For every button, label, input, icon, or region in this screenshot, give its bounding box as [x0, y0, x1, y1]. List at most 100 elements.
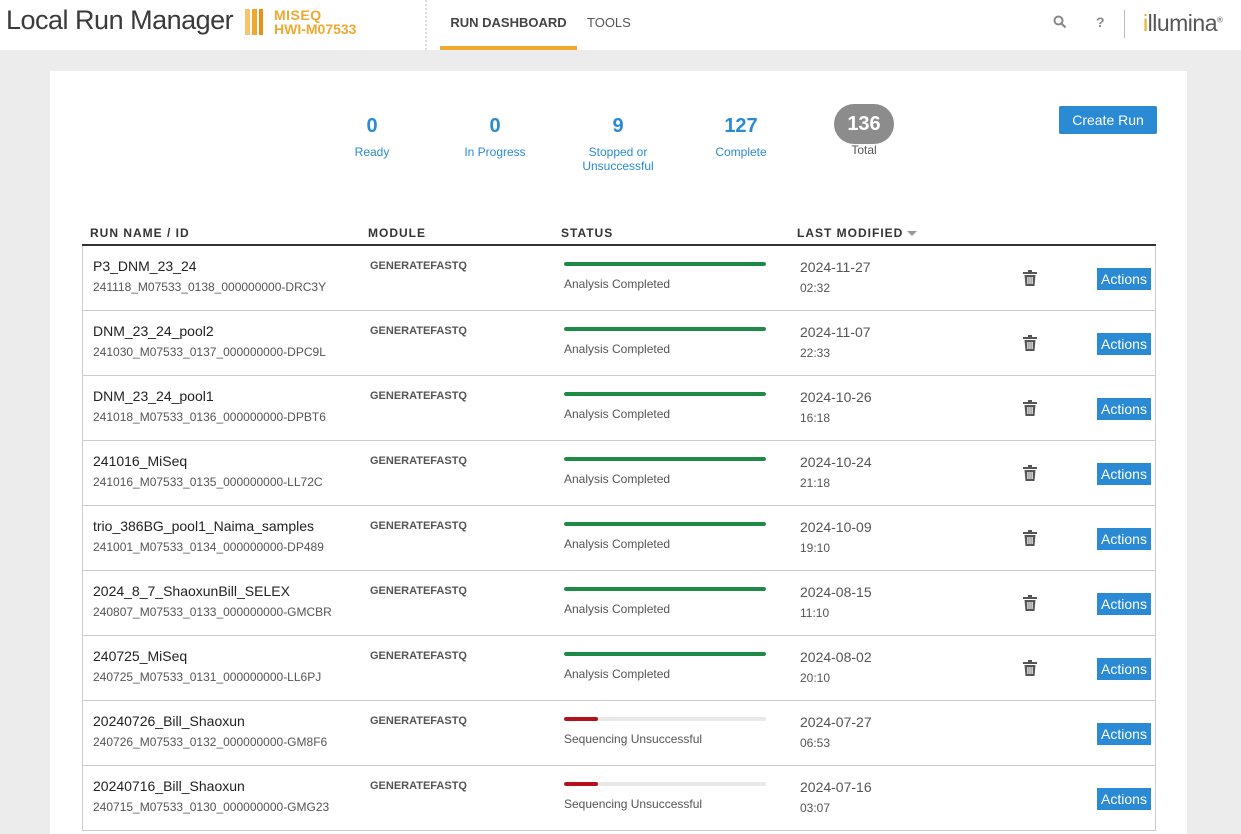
status-progress-fill: [564, 782, 599, 786]
brand-rest: llumina: [1147, 10, 1218, 36]
table-row[interactable]: 20240726_Bill_Shaoxun 240726_M07533_0132…: [83, 701, 1155, 766]
run-id: 240725_M07533_0131_000000000-LL6PJ: [93, 670, 322, 684]
stat-in-progress[interactable]: 0 In Progress: [435, 111, 555, 159]
table-row[interactable]: DNM_23_24_pool2 241030_M07533_0137_00000…: [83, 311, 1155, 376]
stat-stopped[interactable]: 9 Stopped or Unsuccessful: [558, 111, 678, 173]
help-icon[interactable]: ?: [1096, 14, 1105, 30]
table-row[interactable]: DNM_23_24_pool1 241018_M07533_0136_00000…: [83, 376, 1155, 441]
table-row[interactable]: 240725_MiSeq 240725_M07533_0131_00000000…: [83, 636, 1155, 701]
status-progress-bar: [564, 262, 766, 266]
sort-caret-icon: [907, 231, 918, 237]
run-status: Analysis Completed: [564, 407, 671, 421]
stat-complete[interactable]: 127 Complete: [681, 111, 801, 159]
status-progress-bar: [564, 392, 766, 396]
actions-button[interactable]: Actions: [1097, 268, 1151, 290]
stat-ready[interactable]: 0 Ready: [312, 111, 432, 159]
column-last-modified[interactable]: LAST MODIFIED: [797, 226, 918, 240]
status-progress-fill: [564, 327, 766, 331]
modified-date: 2024-07-27: [800, 714, 872, 730]
search-icon[interactable]: [1053, 15, 1067, 32]
run-status: Analysis Completed: [564, 277, 671, 291]
run-status: Analysis Completed: [564, 602, 671, 616]
trash-icon[interactable]: [1023, 270, 1037, 286]
instrument-id: HWI-M07533: [274, 21, 357, 37]
instrument-name: MISEQ HWI-M07533: [274, 8, 356, 36]
stat-stopped-label: Stopped or Unsuccessful: [558, 145, 678, 173]
actions-button[interactable]: Actions: [1097, 658, 1151, 680]
status-progress-fill: [564, 457, 766, 461]
trash-icon[interactable]: [1023, 530, 1037, 546]
table-header: RUN NAME / ID MODULE STATUS LAST MODIFIE…: [82, 226, 1156, 246]
run-name[interactable]: DNM_23_24_pool2: [93, 323, 214, 339]
stat-complete-label: Complete: [715, 145, 767, 159]
table-row[interactable]: trio_386BG_pool1_Naima_samples 241001_M0…: [83, 506, 1155, 571]
run-name[interactable]: DNM_23_24_pool1: [93, 388, 214, 404]
trash-icon[interactable]: [1023, 465, 1037, 481]
table-row[interactable]: 20240716_Bill_Shaoxun 240715_M07533_0130…: [83, 766, 1155, 831]
tab-tools[interactable]: TOOLS: [587, 0, 631, 50]
stat-complete-value: 127: [724, 115, 758, 137]
run-module: GENERATEFASTQ: [370, 325, 467, 337]
column-run-name[interactable]: RUN NAME / ID: [90, 226, 190, 240]
actions-button[interactable]: Actions: [1097, 398, 1151, 420]
stat-ready-label: Ready: [354, 145, 390, 159]
status-progress-fill: [564, 652, 766, 656]
run-name[interactable]: trio_386BG_pool1_Naima_samples: [93, 518, 314, 534]
run-name[interactable]: 20240716_Bill_Shaoxun: [93, 778, 245, 794]
modified-date: 2024-11-27: [800, 259, 871, 275]
column-module[interactable]: MODULE: [368, 226, 426, 240]
actions-button[interactable]: Actions: [1097, 528, 1151, 550]
run-module: GENERATEFASTQ: [370, 780, 467, 792]
runs-table: RUN NAME / ID MODULE STATUS LAST MODIFIE…: [82, 226, 1156, 831]
stat-total-label: Total: [851, 143, 877, 157]
modified-date: 2024-10-24: [800, 454, 872, 470]
run-id: 240807_M07533_0133_000000000-GMCBR: [93, 605, 332, 619]
status-progress-bar: [564, 782, 766, 786]
run-name[interactable]: 240725_MiSeq: [93, 648, 187, 664]
status-progress-bar: [564, 717, 766, 721]
run-name[interactable]: 2024_8_7_ShaoxunBill_SELEX: [93, 583, 290, 599]
stat-total[interactable]: 136 Total: [804, 104, 924, 157]
trash-icon[interactable]: [1023, 595, 1037, 611]
modified-time: 06:53: [800, 736, 831, 750]
column-status[interactable]: STATUS: [561, 226, 613, 240]
illumina-logo: illumina®: [1143, 10, 1223, 37]
table-body: P3_DNM_23_24 241118_M07533_0138_00000000…: [82, 246, 1156, 831]
run-status: Analysis Completed: [564, 472, 671, 486]
trash-icon[interactable]: [1023, 335, 1037, 351]
actions-button[interactable]: Actions: [1097, 593, 1151, 615]
status-progress-bar: [564, 327, 766, 331]
run-status: Sequencing Unsuccessful: [564, 797, 703, 811]
app-title: Local Run Manager: [6, 5, 234, 35]
trash-icon[interactable]: [1023, 660, 1037, 676]
modified-time: 21:18: [800, 476, 831, 490]
trash-icon[interactable]: [1023, 400, 1037, 416]
actions-button[interactable]: Actions: [1097, 463, 1151, 485]
column-last-modified-label: LAST MODIFIED: [797, 226, 904, 240]
run-module: GENERATEFASTQ: [370, 650, 467, 662]
run-module: GENERATEFASTQ: [370, 715, 467, 727]
stat-stopped-value: 9: [612, 115, 624, 137]
actions-button[interactable]: Actions: [1097, 723, 1151, 745]
run-id: 241001_M07533_0134_000000000-DP489: [93, 540, 324, 554]
create-run-button[interactable]: Create Run: [1059, 106, 1157, 134]
run-module: GENERATEFASTQ: [370, 390, 467, 402]
modified-time: 03:07: [800, 801, 831, 815]
run-module: GENERATEFASTQ: [370, 455, 467, 467]
actions-button[interactable]: Actions: [1097, 333, 1151, 355]
modified-date: 2024-10-09: [800, 519, 872, 535]
run-id: 241018_M07533_0136_000000000-DPBT6: [93, 410, 326, 424]
table-row[interactable]: 241016_MiSeq 241016_M07533_0135_00000000…: [83, 441, 1155, 506]
run-name[interactable]: P3_DNM_23_24: [93, 258, 197, 274]
run-module: GENERATEFASTQ: [370, 260, 467, 272]
run-name[interactable]: 20240726_Bill_Shaoxun: [93, 713, 245, 729]
run-id: 240726_M07533_0132_000000000-GM8F6: [93, 735, 328, 749]
modified-date: 2024-10-26: [800, 389, 872, 405]
table-row[interactable]: 2024_8_7_ShaoxunBill_SELEX 240807_M07533…: [83, 571, 1155, 636]
table-row[interactable]: P3_DNM_23_24 241118_M07533_0138_00000000…: [83, 246, 1155, 311]
run-name[interactable]: 241016_MiSeq: [93, 453, 187, 469]
dashboard-card: 0 Ready 0 In Progress 9 Stopped or Unsuc…: [50, 71, 1187, 834]
status-progress-bar: [564, 457, 766, 461]
tab-run-dashboard[interactable]: RUN DASHBOARD: [440, 0, 577, 50]
actions-button[interactable]: Actions: [1097, 788, 1151, 810]
